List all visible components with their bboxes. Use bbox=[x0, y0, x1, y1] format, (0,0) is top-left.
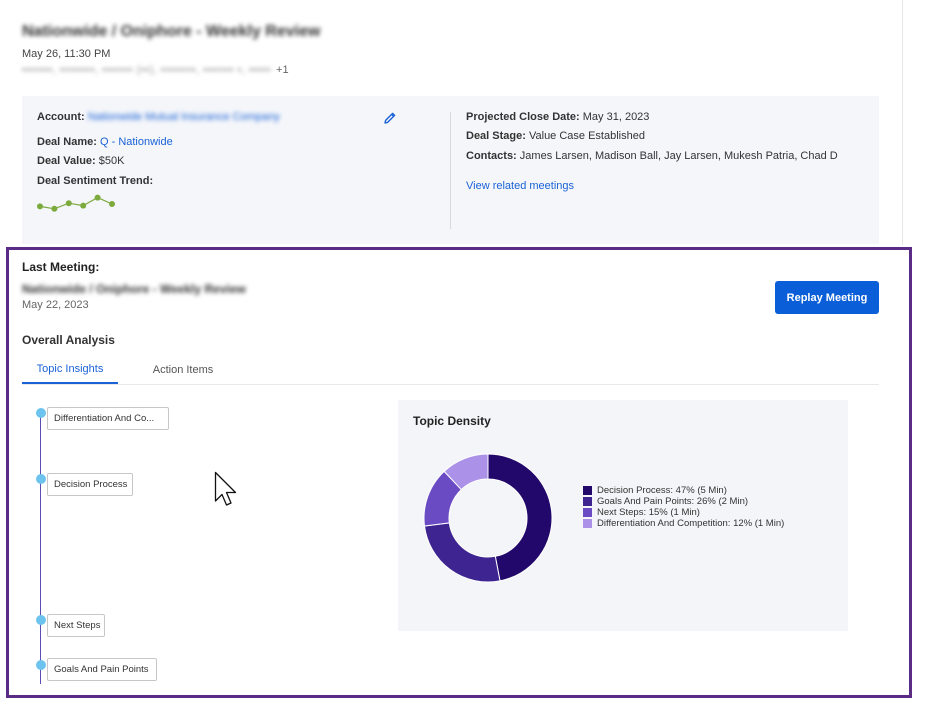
sparkline-point bbox=[80, 202, 87, 209]
donut-slice[interactable] bbox=[487, 453, 553, 582]
deal-name-link[interactable]: Q - Nationwide bbox=[100, 136, 173, 148]
topic-density-title: Topic Density bbox=[413, 414, 491, 428]
legend-swatch bbox=[583, 486, 592, 495]
mouse-pointer-icon bbox=[214, 471, 237, 506]
tabs-divider bbox=[22, 384, 879, 385]
timeline-dot[interactable] bbox=[36, 660, 46, 670]
legend-item: Differentiation And Competition: 12% (1 … bbox=[583, 518, 784, 529]
deal-value-label: Deal Value: bbox=[37, 155, 96, 167]
legend-swatch bbox=[583, 497, 592, 506]
deal-value: $50K bbox=[98, 155, 125, 167]
participants-more-count[interactable]: +1 bbox=[276, 64, 289, 76]
projected-close-label: Projected Close Date: bbox=[466, 111, 580, 123]
projected-close-row: Projected Close Date: May 31, 2023 bbox=[466, 111, 649, 123]
legend-label: Differentiation And Competition: 12% (1 … bbox=[597, 518, 785, 529]
deal-name-label: Deal Name: bbox=[37, 136, 97, 148]
timeline-label[interactable]: Goals And Pain Points bbox=[47, 658, 157, 681]
tab-topic-insights[interactable]: Topic Insights bbox=[22, 356, 118, 384]
replay-meeting-button[interactable]: Replay Meeting bbox=[775, 281, 879, 314]
overall-analysis-title: Overall Analysis bbox=[22, 333, 115, 347]
account-row: Account: Nationwide Mutual Insurance Com… bbox=[37, 111, 280, 123]
legend-item: Goals And Pain Points: 26% (2 Min) bbox=[583, 496, 784, 507]
timeline-axis bbox=[40, 412, 41, 684]
timeline-dot[interactable] bbox=[36, 474, 46, 484]
topic-density-donut bbox=[423, 453, 553, 583]
last-meeting-label: Last Meeting: bbox=[22, 260, 100, 274]
timeline-label[interactable]: Differentiation And Co... bbox=[47, 407, 169, 430]
timeline-dot[interactable] bbox=[36, 615, 46, 625]
account-label: Account: bbox=[37, 111, 85, 123]
last-meeting-name: Nationwide / Oniphore - Weekly Review bbox=[22, 282, 246, 296]
contacts-row: Contacts: James Larsen, Madison Ball, Ja… bbox=[466, 150, 838, 162]
timeline-dot[interactable] bbox=[36, 408, 46, 418]
sparkline-point bbox=[109, 201, 115, 207]
meeting-datetime: May 26, 11:30 PM bbox=[22, 48, 111, 60]
participants-redacted: ▪▪▪▪▪▪▪, ▪▪▪▪▪▪▪▪, ▪▪▪▪▪▪▪ (▪▪), ▪▪▪▪▪▪▪… bbox=[22, 64, 271, 76]
deal-stage-row: Deal Stage: Value Case Established bbox=[466, 130, 645, 142]
timeline-label[interactable]: Next Steps bbox=[47, 614, 105, 637]
contacts-value: James Larsen, Madison Ball, Jay Larsen, … bbox=[519, 150, 838, 162]
legend-item: Next Steps: 15% (1 Min) bbox=[583, 507, 784, 518]
topic-density-legend: Decision Process: 47% (5 Min) Goals And P… bbox=[583, 485, 784, 529]
projected-close-value: May 31, 2023 bbox=[582, 111, 650, 123]
account-link[interactable]: Nationwide Mutual Insurance Company bbox=[88, 111, 280, 123]
last-meeting-date: May 22, 2023 bbox=[22, 299, 89, 311]
deal-stage-value: Value Case Established bbox=[528, 130, 645, 142]
tab-action-items[interactable]: Action Items bbox=[130, 356, 236, 384]
pencil-icon[interactable] bbox=[383, 111, 397, 125]
page-title: Nationwide / Oniphore - Weekly Review bbox=[22, 23, 321, 40]
participants-list: ▪▪▪▪▪▪▪, ▪▪▪▪▪▪▪▪, ▪▪▪▪▪▪▪ (▪▪), ▪▪▪▪▪▪▪… bbox=[22, 64, 289, 76]
sparkline-point bbox=[37, 203, 43, 210]
deal-name-row: Deal Name: Q - Nationwide bbox=[37, 136, 173, 148]
sentiment-label: Deal Sentiment Trend: bbox=[37, 175, 154, 187]
card-divider bbox=[450, 112, 451, 229]
sentiment-row: Deal Sentiment Trend: bbox=[37, 175, 153, 187]
deal-value-row: Deal Value: $50K bbox=[37, 155, 124, 167]
sparkline-line bbox=[39, 196, 113, 210]
sparkline-point bbox=[94, 194, 101, 201]
donut-slice[interactable] bbox=[423, 522, 501, 583]
legend-label: Decision Process: 47% (5 Min) bbox=[597, 485, 727, 496]
sparkline-point bbox=[65, 200, 72, 207]
legend-label: Next Steps: 15% (1 Min) bbox=[597, 507, 700, 518]
legend-item: Decision Process: 47% (5 Min) bbox=[583, 485, 784, 496]
view-related-meetings-link[interactable]: View related meetings bbox=[466, 180, 574, 192]
page-right-border bbox=[902, 0, 903, 245]
legend-swatch bbox=[583, 519, 592, 528]
timeline-label[interactable]: Decision Process bbox=[47, 473, 133, 496]
deal-stage-label: Deal Stage: bbox=[466, 130, 526, 142]
legend-swatch bbox=[583, 508, 592, 517]
contacts-label: Contacts: bbox=[466, 150, 517, 162]
sparkline-point bbox=[51, 205, 58, 212]
legend-label: Goals And Pain Points: 26% (2 Min) bbox=[597, 496, 749, 507]
sentiment-sparkline bbox=[37, 194, 115, 212]
